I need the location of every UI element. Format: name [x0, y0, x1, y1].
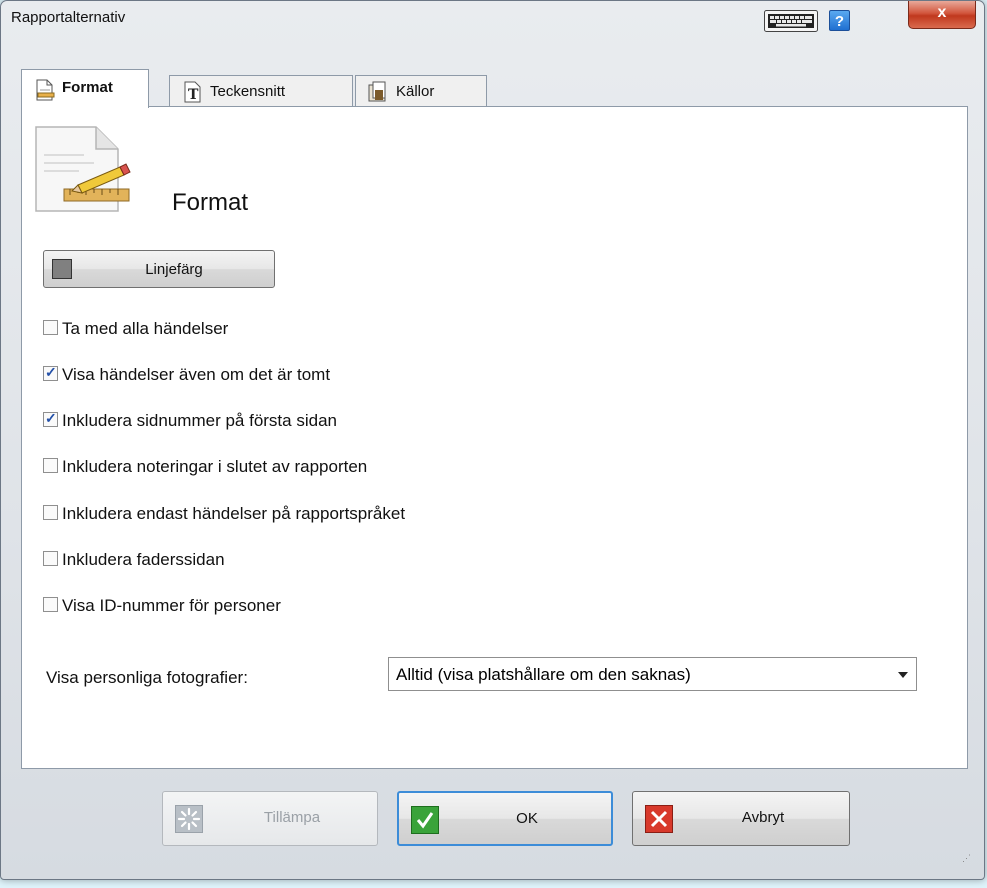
cancel-button[interactable]: Avbryt: [632, 791, 850, 846]
help-button[interactable]: ?: [829, 10, 850, 31]
tab-fonts-label: Teckensnitt: [210, 83, 286, 100]
tab-format-label: Format: [62, 79, 113, 96]
window-title: Rapportalternativ: [11, 9, 126, 26]
svg-text:T: T: [188, 87, 199, 103]
checkbox-label: Inkludera noteringar i slutet av rapport…: [62, 457, 368, 476]
format-panel: Format Linjefärg Ta med alla händelser V…: [21, 106, 968, 769]
check-icon: [411, 806, 439, 834]
checkbox-box[interactable]: [43, 458, 58, 473]
line-color-label: Linjefärg: [145, 261, 203, 278]
dialog-window: Rapportalternativ ? x Format T Teckensni…: [0, 0, 985, 880]
dropdown-arrow-icon[interactable]: [898, 672, 908, 678]
keyboard-icon[interactable]: [764, 10, 818, 32]
format-page-icon: [35, 126, 131, 212]
checkbox-label: Inkludera endast händelser på rapportspr…: [62, 504, 406, 523]
checkbox-label: Inkludera faderssidan: [62, 550, 225, 569]
panel-title: Format: [172, 189, 249, 216]
close-icon: [645, 805, 673, 833]
tab-format[interactable]: Format: [21, 69, 149, 108]
checkbox-label: Inkludera sidnummer på första sidan: [62, 411, 337, 430]
resize-grip-icon[interactable]: ⋰: [962, 853, 974, 865]
close-button[interactable]: x: [908, 1, 976, 29]
checkbox-box[interactable]: [43, 410, 58, 427]
line-color-button[interactable]: Linjefärg: [43, 250, 275, 288]
sources-tab-icon: [368, 81, 386, 102]
apply-icon: [175, 805, 203, 833]
checkbox-box[interactable]: [43, 364, 58, 381]
tab-sources-label: Källor: [396, 83, 435, 100]
ok-button[interactable]: OK: [397, 791, 613, 846]
font-tab-icon: T: [184, 81, 201, 103]
checkbox-box[interactable]: [43, 551, 58, 566]
checkbox-label: Visa händelser även om det är tomt: [62, 365, 331, 384]
checkbox-box[interactable]: [43, 505, 58, 520]
photos-dropdown[interactable]: Alltid (visa platshållare om den saknas): [388, 657, 917, 691]
tab-sources[interactable]: Källor: [355, 75, 487, 107]
apply-label: Tillämpa: [263, 809, 321, 826]
tab-fonts[interactable]: T Teckensnitt: [169, 75, 353, 107]
checkbox-label: Ta med alla händelser: [62, 319, 229, 338]
checkbox-box[interactable]: [43, 320, 58, 335]
checkbox-box[interactable]: [43, 597, 58, 612]
apply-button[interactable]: Tillämpa: [162, 791, 378, 846]
cancel-label: Avbryt: [741, 809, 785, 826]
checkbox-label: Visa ID-nummer för personer: [62, 596, 281, 615]
format-tab-icon: [36, 79, 55, 101]
photos-label: Visa personliga fotografier:: [46, 668, 248, 687]
photos-dropdown-value: Alltid (visa platshållare om den saknas): [396, 665, 691, 684]
title-bar: Rapportalternativ ? x: [1, 1, 984, 35]
ok-label: OK: [516, 810, 538, 827]
